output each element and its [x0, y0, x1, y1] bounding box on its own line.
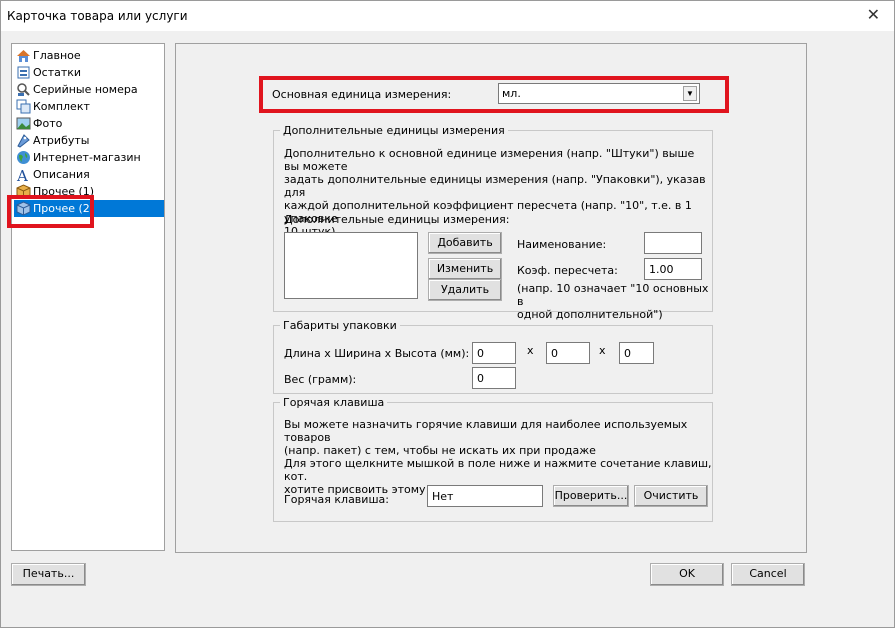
extra-units-group: Дополнительные единицы измерения Дополни…	[273, 124, 713, 321]
hint-line: (напр. 10 означает "10 основных в	[517, 282, 709, 308]
bundle-icon	[16, 99, 31, 114]
dimensions-title: Габариты упаковки	[280, 319, 400, 332]
hotkey-title: Горячая клавиша	[280, 396, 388, 409]
sidebar-item-label: Комплект	[33, 100, 90, 113]
box-icon	[16, 184, 31, 199]
description-line: задать дополнительные единицы измерения …	[284, 173, 706, 199]
coef-value: 1.00	[649, 263, 674, 276]
sidebar-nav: Главное Остатки Серийные номера Комплект…	[11, 43, 165, 551]
unit-name-label: Наименование:	[517, 238, 607, 251]
sidebar-item-label: Серийные номера	[33, 83, 138, 96]
sidebar-item-webshop[interactable]: Интернет-магазин	[14, 149, 164, 166]
sidebar-item-other-1[interactable]: Прочее (1)	[14, 183, 164, 200]
sidebar-item-descriptions[interactable]: A Описания	[14, 166, 164, 183]
hotkey-label: Горячая клавиша:	[284, 493, 389, 506]
width-input[interactable]: 0	[546, 342, 590, 364]
close-icon[interactable]: ✕	[867, 7, 880, 23]
sidebar-item-label: Главное	[33, 49, 81, 62]
check-hotkey-button[interactable]: Проверить...	[553, 485, 629, 507]
ok-button[interactable]: OK	[650, 563, 724, 586]
extra-units-list-label: Дополнительные единицы измерения:	[284, 213, 510, 226]
weight-input[interactable]: 0	[472, 367, 516, 389]
sidebar-item-other-2[interactable]: Прочее (2)	[14, 200, 164, 217]
sidebar-item-label: Прочее (1)	[33, 185, 95, 198]
coef-input[interactable]: 1.00	[644, 258, 702, 280]
photo-icon	[16, 117, 31, 130]
weight-value: 0	[477, 372, 484, 385]
svg-text:A: A	[16, 167, 28, 182]
size-separator: x	[527, 344, 534, 357]
hotkey-input[interactable]: Нет	[427, 485, 543, 507]
extra-units-list[interactable]	[284, 232, 418, 299]
unit-name-input[interactable]	[644, 232, 702, 254]
sidebar-item-attributes[interactable]: Атрибуты	[14, 132, 164, 149]
serial-icon	[17, 83, 30, 96]
width-value: 0	[551, 347, 558, 360]
sidebar-item-photo[interactable]: Фото	[14, 115, 164, 132]
hint-line: одной дополнительной")	[517, 308, 663, 321]
coef-label: Коэф. пересчета:	[517, 264, 618, 277]
description-line: Вы можете назначить горячие клавиши для …	[284, 418, 688, 444]
sidebar-item-label: Остатки	[33, 66, 82, 79]
sidebar-item-label: Фото	[33, 117, 63, 130]
sidebar-item-serials[interactable]: Серийные номера	[14, 81, 164, 98]
size-separator: x	[599, 344, 606, 357]
description-line: Для этого щелкните мышкой в поле ниже и …	[284, 457, 712, 483]
description-line: (напр. пакет) с тем, чтобы не искать их …	[284, 444, 596, 457]
chevron-down-icon[interactable]: ▼	[683, 86, 697, 101]
height-input[interactable]: 0	[619, 342, 654, 364]
title-bar: Карточка товара или услуги ✕	[1, 1, 894, 31]
hotkey-value: Нет	[432, 490, 454, 503]
sidebar-item-label: Прочее (2)	[33, 202, 95, 215]
delete-unit-button[interactable]: Удалить	[428, 279, 502, 301]
description-line: Дополнительно к основной единице измерен…	[284, 147, 695, 173]
add-unit-button[interactable]: Добавить	[428, 232, 502, 254]
unit-select[interactable]: мл. ▼	[498, 83, 700, 104]
sidebar-item-stock[interactable]: Остатки	[14, 64, 164, 81]
dimensions-group: Габариты упаковки Длина х Ширина х Высот…	[273, 319, 713, 394]
clear-hotkey-button[interactable]: Очистить	[634, 485, 708, 507]
globe-icon	[17, 151, 30, 164]
size-label: Длина х Ширина х Высота (мм):	[284, 347, 470, 360]
box-icon	[16, 201, 31, 216]
print-button[interactable]: Печать...	[11, 563, 86, 586]
sidebar-item-bundle[interactable]: Комплект	[14, 98, 164, 115]
edit-unit-button[interactable]: Изменить	[428, 258, 502, 280]
dialog-window: Карточка товара или услуги ✕ Главное Ост…	[0, 0, 895, 628]
sidebar-item-label: Описания	[33, 168, 90, 181]
length-value: 0	[477, 347, 484, 360]
sidebar-item-label: Атрибуты	[33, 134, 90, 147]
stock-icon	[17, 66, 30, 79]
height-value: 0	[624, 347, 631, 360]
unit-label: Основная единица измерения:	[272, 88, 452, 101]
content-panel: Основная единица измерения: мл. ▼ Дополн…	[175, 43, 807, 553]
font-icon: A	[16, 167, 28, 182]
length-input[interactable]: 0	[472, 342, 516, 364]
unit-select-value: мл.	[502, 87, 521, 100]
coef-hint: (напр. 10 означает "10 основных в одной …	[517, 282, 712, 321]
home-icon	[17, 50, 30, 62]
hotkey-group: Горячая клавиша Вы можете назначить горя…	[273, 396, 713, 522]
sidebar-item-label: Интернет-магазин	[33, 151, 141, 164]
extra-units-title: Дополнительные единицы измерения	[280, 124, 508, 137]
attributes-icon	[17, 134, 30, 148]
window-title: Карточка товара или услуги	[7, 9, 188, 23]
sidebar-item-main[interactable]: Главное	[14, 47, 164, 64]
cancel-button[interactable]: Cancel	[731, 563, 805, 586]
weight-label: Вес (грамм):	[284, 373, 357, 386]
